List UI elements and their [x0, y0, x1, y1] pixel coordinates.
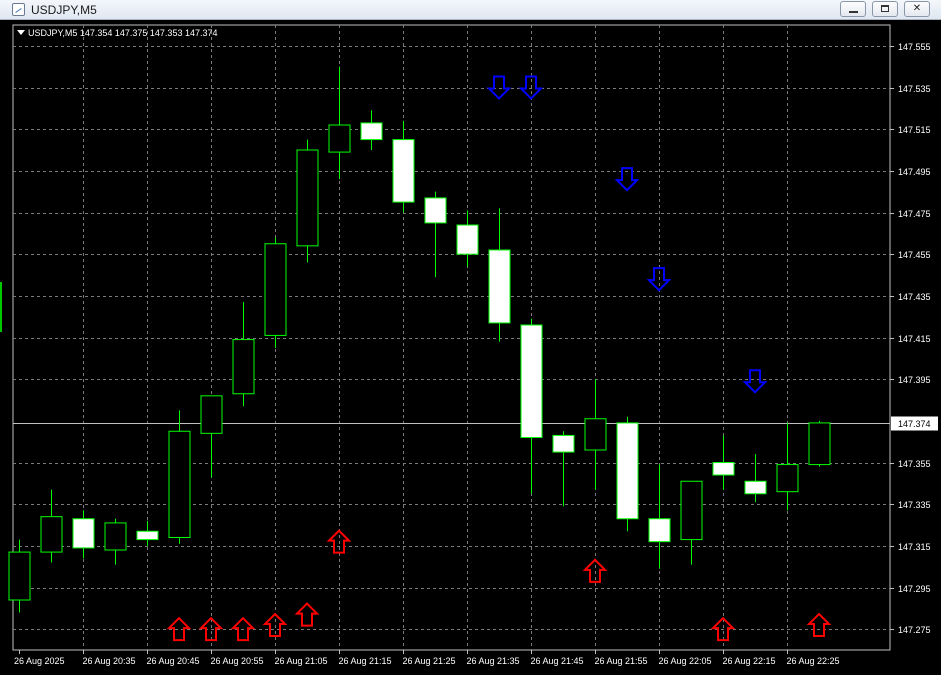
bear-candle: [456, 224, 479, 255]
chart-window-icon: [12, 3, 25, 16]
x-tick-label: 26 Aug 22:05: [659, 656, 712, 666]
y-tick-label: 147.295: [898, 584, 931, 594]
y-tick-label: 147.335: [898, 500, 931, 510]
bull-candle: [776, 464, 799, 493]
close-button[interactable]: ✕: [904, 1, 930, 17]
bull-candle: [328, 124, 351, 153]
y-tick-label: 147.455: [898, 250, 931, 260]
bear-candle: [392, 139, 415, 203]
x-tick-label: 26 Aug 20:55: [211, 656, 264, 666]
buy-arrow-icon: [166, 616, 192, 642]
x-tick-label: 26 Aug 22:25: [787, 656, 840, 666]
bear-candle: [616, 422, 639, 520]
y-tick-label: 147.495: [898, 167, 931, 177]
x-tick-label: 26 Aug 20:35: [83, 656, 136, 666]
bull-candle: [8, 551, 31, 601]
window-titlebar[interactable]: USDJPY,M5 ✕: [0, 0, 941, 20]
bear-candle: [136, 530, 159, 541]
x-tick-label: 26 Aug 21:35: [467, 656, 520, 666]
x-tick-label: 26 Aug 20:45: [147, 656, 200, 666]
bull-candle: [296, 149, 319, 247]
minimize-button[interactable]: [840, 1, 866, 17]
current-price-label: 147.374: [898, 419, 931, 429]
bull-candle: [808, 422, 831, 466]
bull-candle: [40, 516, 63, 553]
sell-arrow-icon: [486, 75, 512, 100]
y-tick-label: 147.435: [898, 292, 931, 302]
y-tick-label: 147.275: [898, 625, 931, 635]
bull-candle: [168, 430, 191, 538]
bear-candle: [488, 249, 511, 324]
bull-candle: [104, 522, 127, 551]
bull-candle: [200, 395, 223, 434]
bear-candle: [72, 518, 95, 549]
x-tick-label: 26 Aug 21:15: [339, 656, 392, 666]
candlestick-chart[interactable]: 147.555 147.535 147.515 147.495 147.475 147.4…: [0, 20, 941, 675]
x-tick-label: 26 Aug 21:05: [275, 656, 328, 666]
bear-candle: [424, 197, 447, 224]
y-tick-label: 147.555: [898, 42, 931, 52]
bull-candle: [264, 243, 287, 336]
x-tick-label: 26 Aug 22:15: [723, 656, 776, 666]
bear-candle: [648, 518, 671, 543]
y-tick-label: 147.515: [898, 125, 931, 135]
maximize-button[interactable]: [872, 1, 898, 17]
y-tick-label: 147.475: [898, 209, 931, 219]
bull-candle: [680, 480, 703, 541]
y-tick-label: 147.415: [898, 334, 931, 344]
x-tick-label: 26 Aug 21:55: [595, 656, 648, 666]
y-tick-label: 147.355: [898, 459, 931, 469]
bull-candle: [232, 339, 255, 395]
y-tick-label: 147.315: [898, 542, 931, 552]
y-tick-label: 147.535: [898, 84, 931, 94]
bear-candle: [712, 462, 735, 476]
bear-candle: [744, 480, 767, 495]
buy-arrow-icon: [806, 612, 832, 637]
x-tick-label: 26 Aug 2025: [14, 656, 65, 666]
bull-candle: [584, 418, 607, 451]
window-title: USDJPY,M5: [31, 3, 97, 17]
sell-arrow-icon: [742, 369, 768, 394]
bear-candle: [360, 122, 383, 141]
left-edge-marker: [0, 282, 2, 332]
chart-area[interactable]: 147.555 147.535 147.515 147.495 147.475 147.4…: [0, 20, 941, 675]
bear-candle: [552, 434, 575, 453]
x-tick-label: 26 Aug 21:25: [403, 656, 456, 666]
dropdown-triangle-icon[interactable]: [17, 30, 25, 35]
y-tick-label: 147.395: [898, 375, 931, 385]
chart-frame: [12, 24, 891, 651]
symbol-quote-line: USDJPY,M5 147.354 147.375 147.353 147.37…: [28, 28, 218, 38]
x-tick-label: 26 Aug 21:45: [531, 656, 584, 666]
buy-arrow-icon: [294, 602, 320, 627]
bear-candle: [520, 324, 543, 438]
symbol-header[interactable]: USDJPY,M5 147.354 147.375 147.353 147.37…: [17, 28, 217, 38]
